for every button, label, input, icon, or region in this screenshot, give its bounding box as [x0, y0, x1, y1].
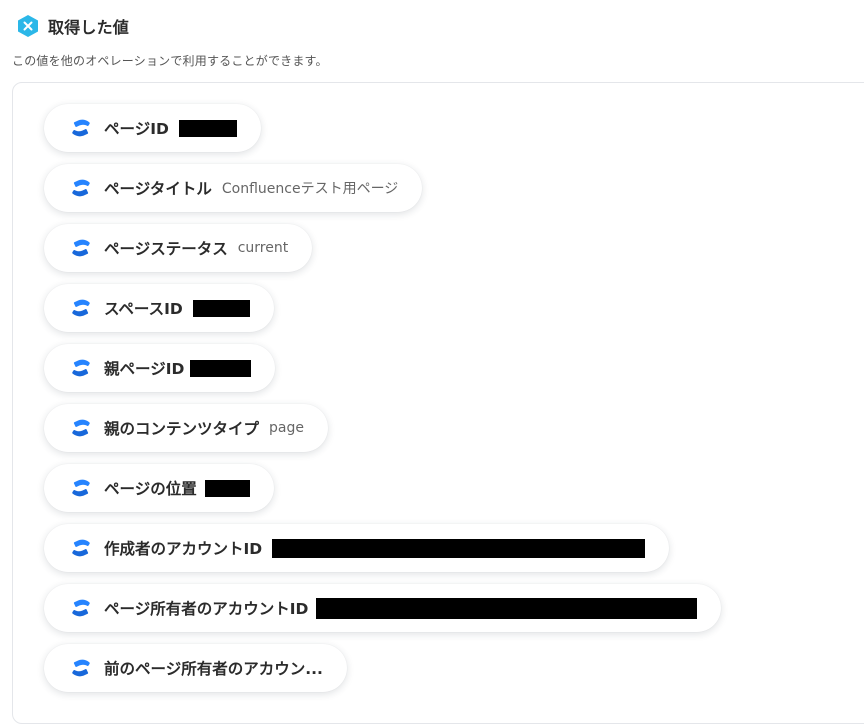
confluence-icon — [72, 299, 90, 317]
confluence-icon — [72, 359, 90, 377]
value-chip-page-title[interactable]: ページタイトル Confluenceテスト用ページ — [44, 164, 423, 212]
value-chip-label: 親ページID — [104, 360, 185, 378]
value-chip-label: ページタイトル — [104, 180, 212, 198]
redacted-value — [204, 479, 250, 497]
confluence-icon — [72, 239, 90, 257]
value-chip-label: 前のページ所有者のアカウン... — [104, 660, 323, 678]
section-description: この値を他のオペレーションで利用することができます。 — [12, 54, 328, 68]
value-chip-value: Confluenceテスト用ページ — [221, 181, 399, 197]
section-title: 取得した値 — [48, 18, 130, 37]
value-chip-value: page — [269, 420, 304, 436]
confluence-icon — [72, 479, 90, 497]
redacted-value — [190, 359, 252, 377]
section-header: 取得した値 — [16, 12, 129, 40]
value-chip-page-status[interactable]: ページステータス current — [44, 224, 313, 272]
value-chip-label: スペースID — [104, 300, 183, 318]
confluence-icon — [72, 179, 90, 197]
redacted-value — [178, 119, 237, 137]
value-chip-previous-owner-account-id[interactable]: 前のページ所有者のアカウン... — [44, 644, 347, 692]
value-chip-value: current — [237, 240, 289, 256]
value-chip-author-account-id[interactable]: 作成者のアカウントID — [44, 524, 670, 572]
redacted-value — [192, 299, 250, 317]
confluence-icon — [72, 539, 90, 557]
value-chip-page-position[interactable]: ページの位置 — [44, 464, 274, 512]
redacted-value — [316, 597, 698, 619]
value-chip-page-id[interactable]: ページID — [44, 104, 261, 152]
value-chip-label: ページID — [104, 120, 169, 138]
value-chip-label: ページステータス — [104, 240, 228, 258]
value-chip-parent-content-type[interactable]: 親のコンテンツタイプ page — [44, 404, 328, 452]
value-chip-label: 親のコンテンツタイプ — [104, 420, 260, 438]
value-chip-parent-page-id[interactable]: 親ページID — [44, 344, 276, 392]
close-badge-icon — [18, 15, 38, 37]
value-chip-label: ページ所有者のアカウントID — [104, 600, 309, 618]
redacted-value — [272, 538, 646, 558]
value-chip-label: ページの位置 — [104, 480, 197, 498]
value-chip-owner-account-id[interactable]: ページ所有者のアカウントID — [44, 584, 722, 632]
confluence-icon — [72, 419, 90, 437]
confluence-icon — [72, 119, 90, 137]
value-chip-space-id[interactable]: スペースID — [44, 284, 274, 332]
value-chip-label: 作成者のアカウントID — [104, 540, 263, 558]
confluence-icon — [72, 659, 90, 677]
confluence-icon — [72, 599, 90, 617]
